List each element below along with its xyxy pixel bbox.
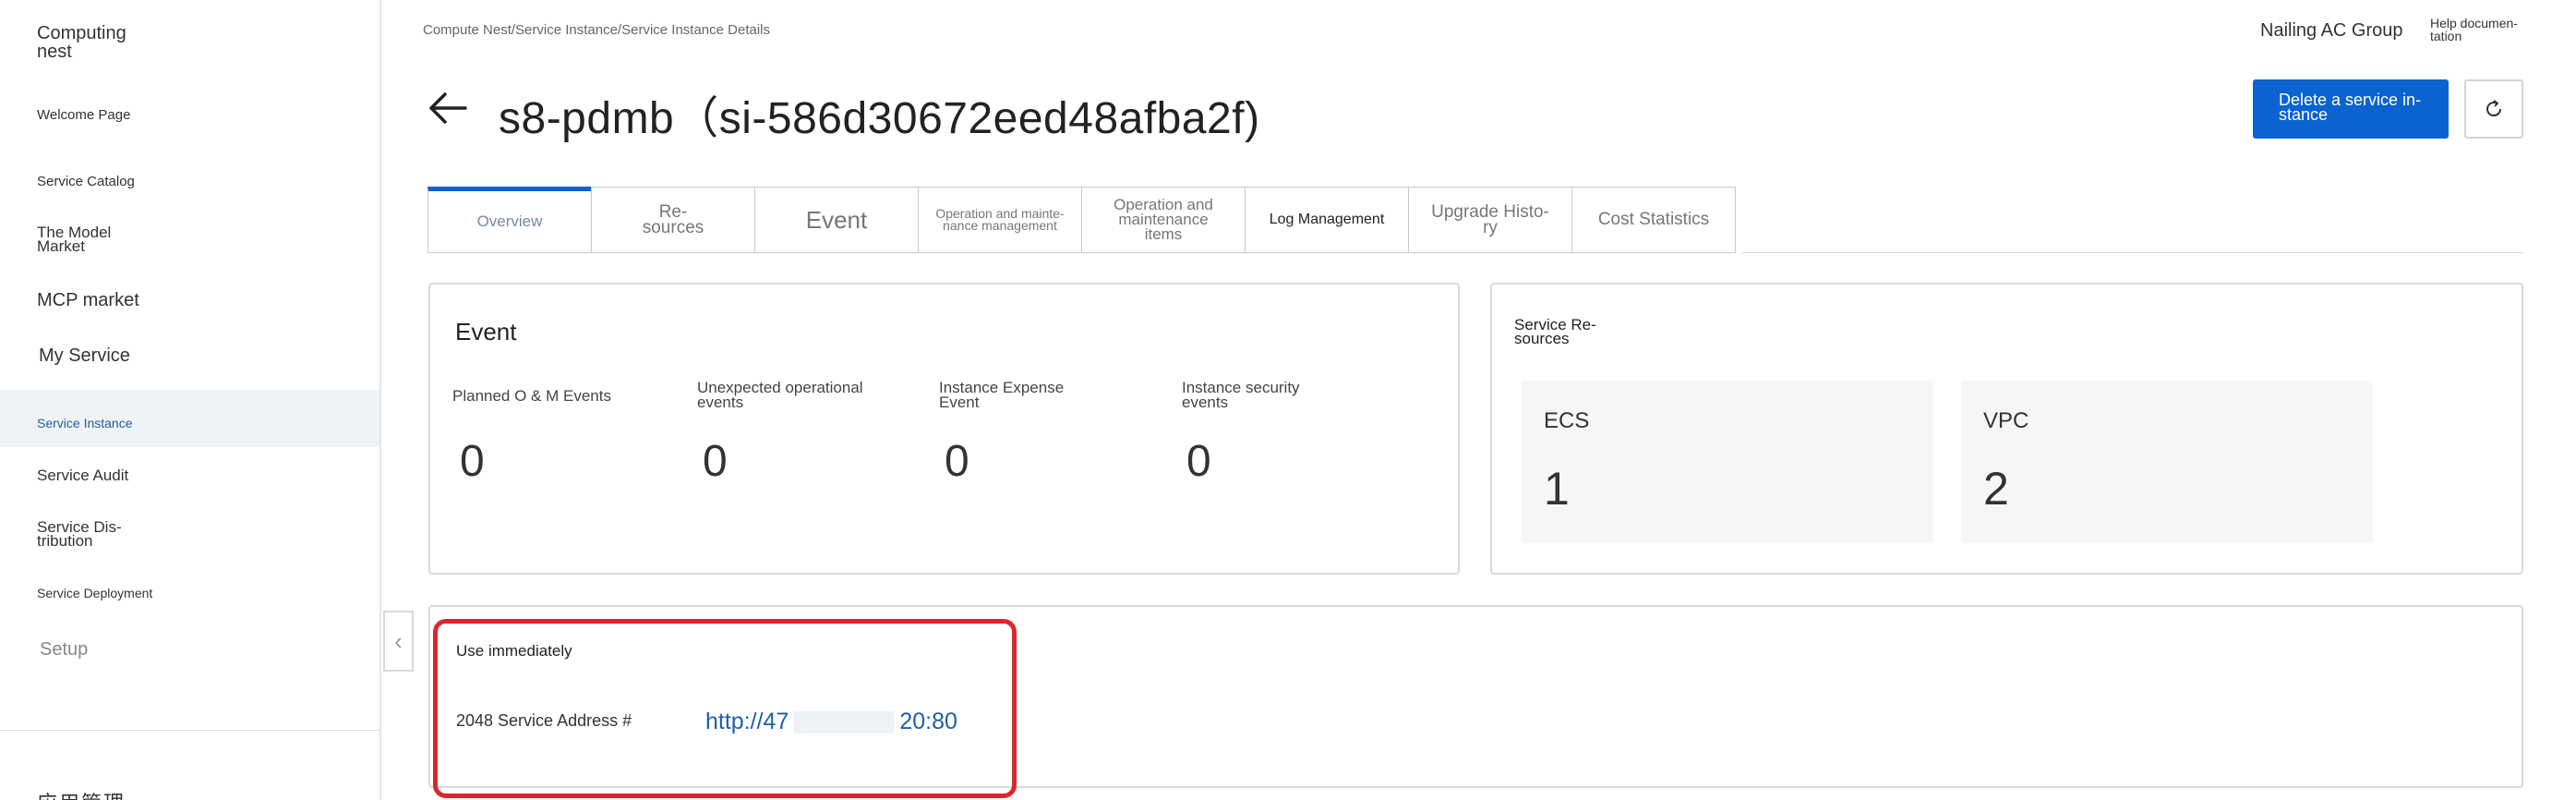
metric-planned-om-value: 0	[460, 437, 485, 486]
metric-expense-value: 0	[945, 437, 969, 486]
breadcrumb[interactable]: Compute Nest/Service Instance/Service In…	[423, 22, 770, 38]
arrow-left-icon	[429, 92, 467, 124]
tab-event[interactable]: Event	[754, 187, 919, 253]
sidebar-item-my-service[interactable]: My Service	[39, 345, 130, 367]
resource-vpc-count: 2	[1983, 463, 2009, 515]
sidebar-item-service-deployment[interactable]: Service Deployment	[37, 586, 152, 600]
sidebar-item-service-audit[interactable]: Service Audit	[37, 467, 128, 485]
metric-unexpected-value: 0	[703, 437, 728, 486]
sidebar-title: Computing nest	[37, 23, 126, 62]
tab-bar: Overview Re-sources Event Operation and …	[427, 187, 1736, 253]
metric-planned-om-label: Planned O & M Events	[452, 387, 611, 405]
tab-om-management[interactable]: Operation and mainte-nance management	[918, 187, 1082, 253]
metric-unexpected-label: Unexpected operational events	[697, 379, 863, 411]
metric-expense-label: Instance Expense Event	[939, 379, 1065, 411]
org-name[interactable]: Nailing AC Group	[2260, 20, 2403, 42]
sidebar-item-app-management[interactable]: 应用管理	[37, 787, 126, 800]
event-card	[428, 283, 1460, 575]
chevron-left-icon: ‹	[394, 626, 403, 655]
service-address-link[interactable]: http://47 20:80	[705, 709, 957, 735]
metric-security-value: 0	[1186, 437, 1211, 486]
sidebar-item-setup[interactable]: Setup	[40, 639, 88, 661]
delete-service-instance-button[interactable]: Delete a service in-stance	[2253, 79, 2449, 139]
sidebar-item-mcp-market[interactable]: MCP market	[37, 290, 139, 311]
tabs-underline	[1742, 252, 2523, 253]
metric-security-label: Instance security events	[1182, 379, 1300, 411]
redacted-ip-block	[794, 711, 895, 734]
refresh-icon	[2486, 100, 2502, 117]
sidebar-item-welcome-page[interactable]: Welcome Page	[37, 108, 148, 122]
tab-log-management[interactable]: Log Management	[1245, 187, 1409, 253]
back-button[interactable]	[427, 87, 469, 129]
event-card-title: Event	[455, 318, 517, 345]
page-root: { "sidebar": { "title": "Computing nest"…	[0, 0, 2576, 800]
tab-upgrade-history[interactable]: Upgrade Histo-ry	[1408, 187, 1572, 253]
resource-ecs-count: 1	[1544, 463, 1570, 515]
sidebar: Computing nest Welcome Page Service Cata…	[0, 0, 381, 800]
sidebar-collapse-button[interactable]: ‹	[383, 611, 414, 672]
tab-overview[interactable]: Overview	[427, 187, 592, 253]
sidebar-divider	[0, 730, 379, 731]
help-documentation-link[interactable]: Help documen-tation	[2430, 17, 2532, 42]
tab-om-items[interactable]: Operation and maintenance items	[1081, 187, 1246, 253]
service-address-link-prefix: http://47	[705, 709, 789, 734]
refresh-button[interactable]	[2464, 79, 2523, 139]
resource-vpc-box[interactable]: VPC 2	[1961, 381, 2373, 543]
service-address-link-suffix: 20:80	[899, 709, 957, 734]
sidebar-item-service-instance-label: Service Instance	[37, 416, 133, 430]
sidebar-item-service-distribution[interactable]: Service Dis-tribution	[37, 519, 138, 549]
resource-ecs-box[interactable]: ECS 1	[1522, 381, 1933, 543]
page-title: s8-pdmb（si-586d30672eed48afba2f)	[499, 94, 1260, 143]
use-immediately-title: Use immediately	[456, 642, 572, 660]
service-address-label: 2048 Service Address #	[456, 711, 632, 730]
tab-cost-statistics[interactable]: Cost Statistics	[1571, 187, 1736, 253]
resource-vpc-name: VPC	[1983, 408, 2029, 433]
resources-card-title: Service Re-sources	[1514, 316, 1596, 347]
sidebar-item-model-market[interactable]: The Model Market	[37, 224, 138, 254]
tab-resources[interactable]: Re-sources	[591, 187, 755, 253]
sidebar-item-service-catalog[interactable]: Service Catalog	[37, 174, 135, 189]
resource-ecs-name: ECS	[1544, 408, 1590, 433]
